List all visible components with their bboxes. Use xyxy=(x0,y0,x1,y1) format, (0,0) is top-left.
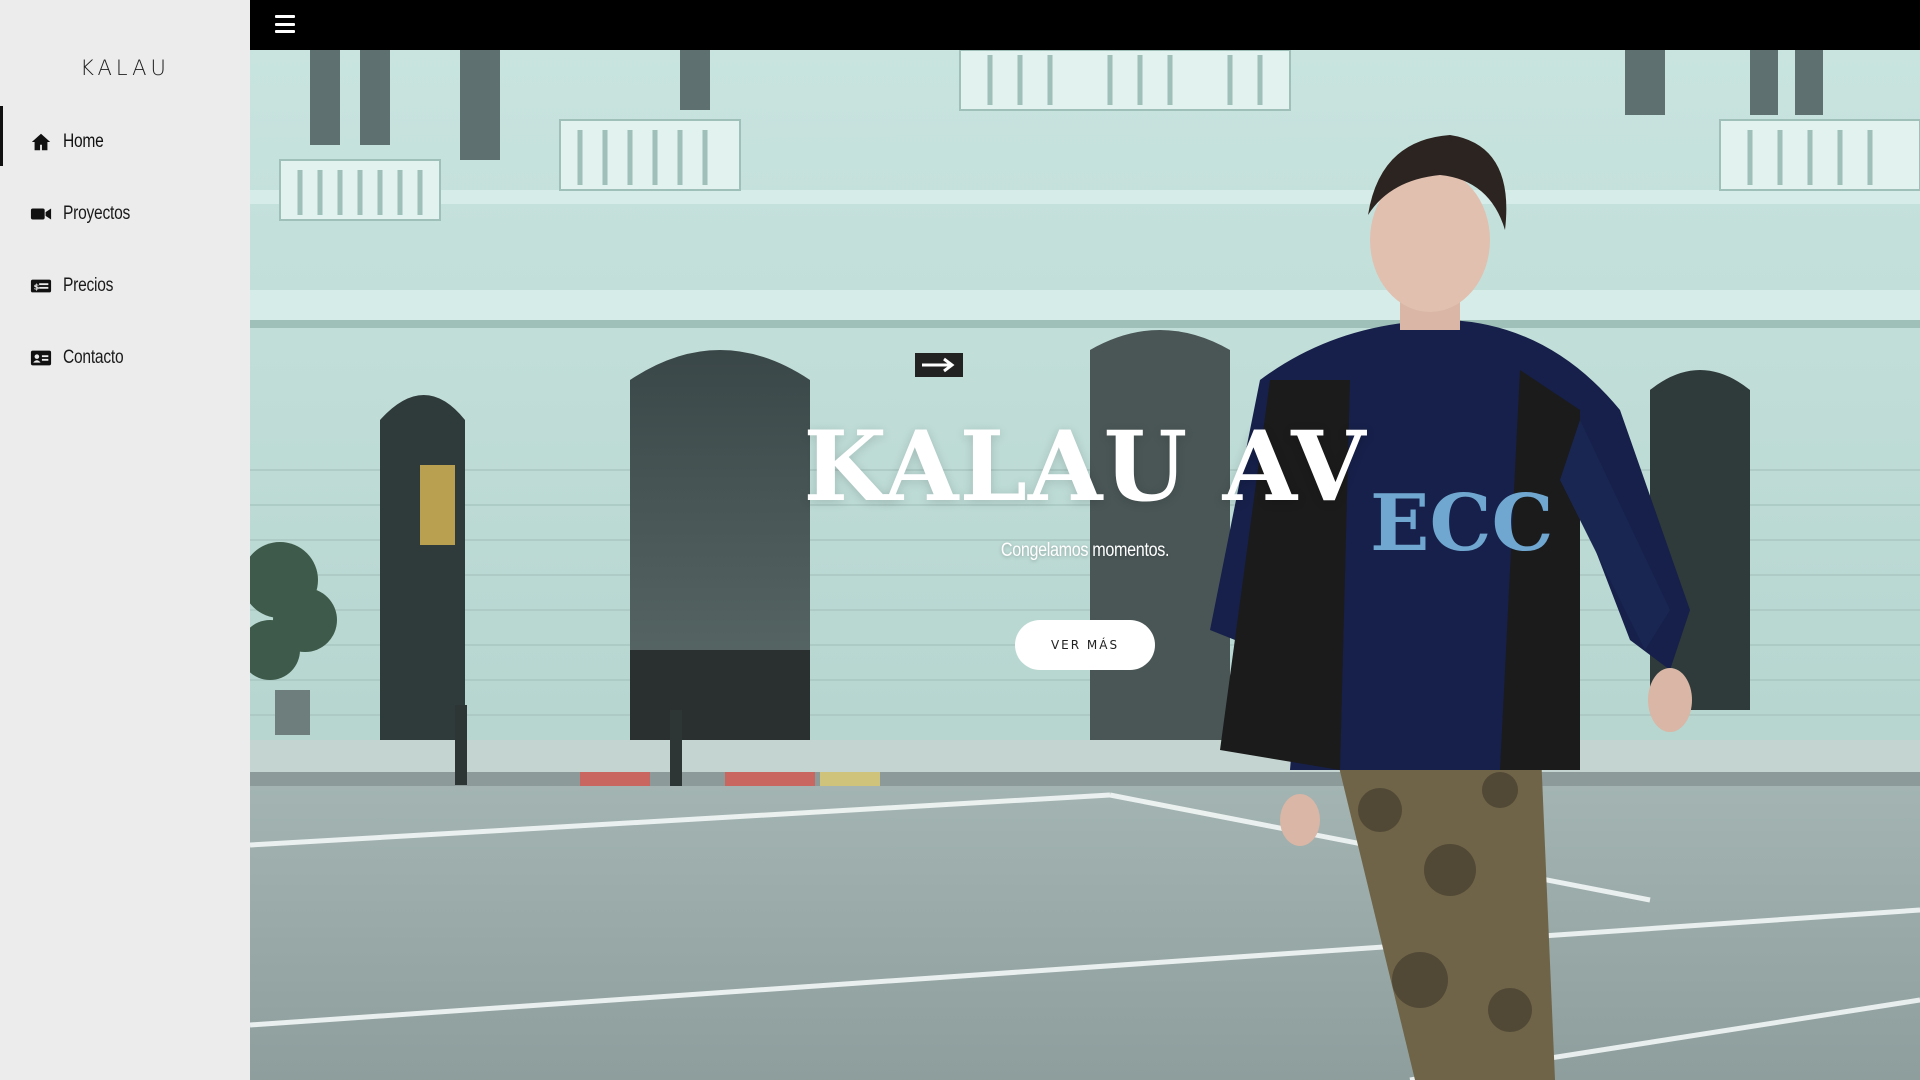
hero-section: ECC KALAU AV Congelamos momentos. VER MÁ… xyxy=(250,50,1920,1080)
app-root: KALAU Home Proyectos $ Precios Contacto … xyxy=(0,0,1920,1080)
sidebar-item-precios[interactable]: $ Precios xyxy=(0,250,250,322)
top-bar xyxy=(250,0,1920,50)
brand-logo[interactable]: KALAU xyxy=(0,56,250,80)
svg-text:$: $ xyxy=(34,282,40,292)
hamburger-menu-icon[interactable] xyxy=(275,15,295,33)
sidebar-item-proyectos[interactable]: Proyectos xyxy=(0,178,250,250)
money-bill-icon: $ xyxy=(29,274,53,298)
sidebar-item-label: Home xyxy=(63,131,104,152)
video-camera-icon xyxy=(29,202,53,226)
sidebar-item-label: Precios xyxy=(63,275,114,296)
sidebar-item-home[interactable]: Home xyxy=(0,106,250,178)
home-icon xyxy=(29,130,53,154)
sidebar-nav: Home Proyectos $ Precios Contacto xyxy=(0,106,250,394)
sidebar: KALAU Home Proyectos $ Precios Contacto xyxy=(0,0,250,1080)
hero-title: KALAU AV xyxy=(803,410,1367,523)
sidebar-item-contacto[interactable]: Contacto xyxy=(0,322,250,394)
ver-mas-button[interactable]: VER MÁS xyxy=(1015,620,1155,670)
sidebar-item-label: Contacto xyxy=(63,347,124,368)
hero-subtitle: Congelamos momentos. xyxy=(1000,540,1170,561)
hero-background-image: ECC xyxy=(250,50,1920,1080)
address-card-icon xyxy=(29,346,53,370)
sidebar-item-label: Proyectos xyxy=(63,203,131,224)
